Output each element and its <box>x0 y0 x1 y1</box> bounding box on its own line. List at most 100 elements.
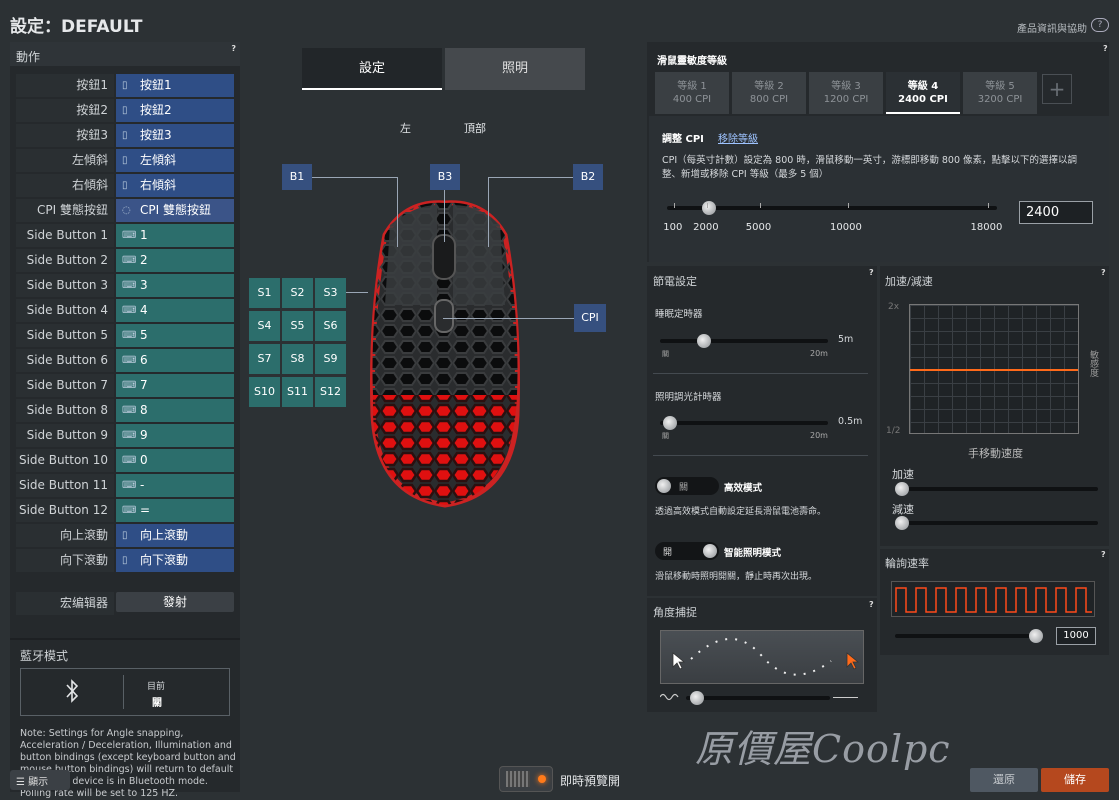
binding-value-button[interactable]: ⌨ 2 <box>116 249 234 272</box>
sleep-slider-track[interactable] <box>660 339 828 343</box>
help-icon[interactable]: ? <box>1101 268 1106 277</box>
binding-value-button[interactable]: ▯ 向上滾動 <box>116 524 234 547</box>
binding-value: 1 <box>140 228 148 242</box>
binding-value-button[interactable]: ▯ 按鈕3 <box>116 124 234 147</box>
cpi-level-tab[interactable]: 等級 2 800 CPI <box>732 72 806 114</box>
slider-tick <box>673 203 675 208</box>
binding-value: 4 <box>140 303 148 317</box>
tab-settings[interactable]: 設定 <box>302 48 442 90</box>
fire-button[interactable]: 發射 <box>116 592 234 612</box>
binding-label: Side Button 9 <box>16 424 114 447</box>
binding-value-button[interactable]: ▯ 左傾斜 <box>116 149 234 172</box>
side-button-badge[interactable]: S7 <box>249 344 280 374</box>
tab-lighting[interactable]: 照明 <box>445 48 585 90</box>
view-left-label[interactable]: 左 <box>400 120 411 136</box>
polling-slider-knob[interactable] <box>1029 629 1043 643</box>
angle-slider-track[interactable] <box>686 696 830 700</box>
mouse-illustration <box>370 200 520 508</box>
dim-slider-knob[interactable] <box>663 416 677 430</box>
binding-row: Side Button 5 ⌨ 5 <box>16 324 238 347</box>
side-button-badge[interactable]: S1 <box>249 278 280 308</box>
help-icon[interactable]: ? <box>869 600 874 609</box>
binding-value-button[interactable]: ⌨ 3 <box>116 274 234 297</box>
binding-value: CPI 雙態按鈕 <box>140 203 211 217</box>
side-button-badge[interactable]: S12 <box>315 377 346 407</box>
live-preview-toggle[interactable] <box>499 766 553 792</box>
save-button[interactable]: 儲存 <box>1041 768 1109 792</box>
cpi-slider-track[interactable] <box>667 206 997 210</box>
side-button-badge[interactable]: S9 <box>315 344 346 374</box>
chat-help-icon[interactable]: ? <box>1091 18 1109 32</box>
side-button-badge[interactable]: S8 <box>282 344 313 374</box>
view-top-label[interactable]: 頂部 <box>464 120 486 136</box>
binding-value-button[interactable]: ⌨ = <box>116 499 234 522</box>
binding-value-button[interactable]: ⌨ - <box>116 474 234 497</box>
accel-curve-graph[interactable] <box>909 304 1079 434</box>
cpi-section-title: 滑鼠靈敏度等級 <box>657 56 727 67</box>
product-help-link[interactable]: 產品資訊與協助 <box>1017 20 1087 35</box>
binding-row: 按鈕3 ▯ 按鈕3 <box>16 124 238 147</box>
cpi-level-name: 等級 1 <box>677 81 707 92</box>
macro-row: 宏编辑器 發射 <box>16 592 238 615</box>
accel-section-title: 加速/減速 <box>885 275 933 288</box>
polling-value[interactable]: 1000 <box>1056 627 1096 645</box>
polling-slider-track[interactable] <box>895 634 1043 638</box>
collapse-button[interactable]: ☰ 顯示 <box>10 770 70 790</box>
cpi-level-name: 等級 5 <box>985 81 1015 92</box>
restore-button[interactable]: 還原 <box>970 768 1038 792</box>
binding-value-button[interactable]: ⌨ 7 <box>116 374 234 397</box>
binding-value-button[interactable]: ⌨ 6 <box>116 349 234 372</box>
connector-line <box>444 190 445 242</box>
efficiency-toggle[interactable]: 關 <box>655 477 719 495</box>
help-icon[interactable]: ? <box>1103 44 1108 53</box>
help-icon[interactable]: ? <box>869 268 874 277</box>
adjust-cpi-tab[interactable]: 調整 CPI <box>662 130 704 145</box>
slider-tick-label: 2000 <box>693 222 719 233</box>
cpi-value-input[interactable]: 2400 <box>1019 201 1093 224</box>
cpi-badge[interactable]: CPI <box>574 304 606 332</box>
remove-level-tab[interactable]: 移除等級 <box>718 130 758 145</box>
side-button-badge[interactable]: S2 <box>282 278 313 308</box>
cpi-level-tab[interactable]: 等級 1 400 CPI <box>655 72 729 114</box>
toggle-knob <box>703 544 717 558</box>
b2-badge[interactable]: B2 <box>573 164 603 190</box>
cpi-level-tab[interactable]: 等級 3 1200 CPI <box>809 72 883 114</box>
smart-lighting-toggle[interactable]: 開 <box>655 542 719 560</box>
decel-slider-track[interactable] <box>895 521 1098 525</box>
binding-value-button[interactable]: ⌨ 0 <box>116 449 234 472</box>
binding-label: 右傾斜 <box>16 174 114 197</box>
watermark-text: 原價屋Coolpc <box>695 727 951 771</box>
cpi-level-tab[interactable]: 等級 5 3200 CPI <box>963 72 1037 114</box>
angle-slider-knob[interactable] <box>690 691 704 705</box>
accel-curve-line <box>910 369 1078 371</box>
binding-value-button[interactable]: ▯ 按鈕1 <box>116 74 234 97</box>
b1-badge[interactable]: B1 <box>282 164 312 190</box>
accel-slider-knob[interactable] <box>895 482 909 496</box>
decel-slider-knob[interactable] <box>895 516 909 530</box>
sleep-slider-knob[interactable] <box>697 334 711 348</box>
binding-value-button[interactable]: ◌ CPI 雙態按鈕 <box>116 199 234 222</box>
binding-value-button[interactable]: ⌨ 4 <box>116 299 234 322</box>
binding-value-button[interactable]: ⌨ 8 <box>116 399 234 422</box>
binding-value-button[interactable]: ⌨ 1 <box>116 224 234 247</box>
cpi-level-tab[interactable]: 等級 4 2400 CPI <box>886 72 960 114</box>
side-button-badge[interactable]: S5 <box>282 311 313 341</box>
accel-slider-track[interactable] <box>895 487 1098 491</box>
binding-value-button[interactable]: ▯ 右傾斜 <box>116 174 234 197</box>
side-button-badge[interactable]: S3 <box>315 278 346 308</box>
add-level-button[interactable]: + <box>1042 74 1072 104</box>
square-wave <box>895 587 1092 613</box>
help-icon[interactable]: ? <box>231 44 236 53</box>
help-icon[interactable]: ? <box>1101 550 1106 559</box>
cpi-level-value: 2400 CPI <box>898 94 948 105</box>
binding-value-button[interactable]: ⌨ 5 <box>116 324 234 347</box>
binding-value-button[interactable]: ⌨ 9 <box>116 424 234 447</box>
side-button-badge[interactable]: S4 <box>249 311 280 341</box>
binding-value-button[interactable]: ▯ 按鈕2 <box>116 99 234 122</box>
dim-slider-track[interactable] <box>660 421 828 425</box>
side-button-badge[interactable]: S6 <box>315 311 346 341</box>
side-button-badge[interactable]: S10 <box>249 377 280 407</box>
side-button-badge[interactable]: S11 <box>282 377 313 407</box>
binding-value-button[interactable]: ▯ 向下滾動 <box>116 549 234 572</box>
b3-badge[interactable]: B3 <box>430 164 460 190</box>
